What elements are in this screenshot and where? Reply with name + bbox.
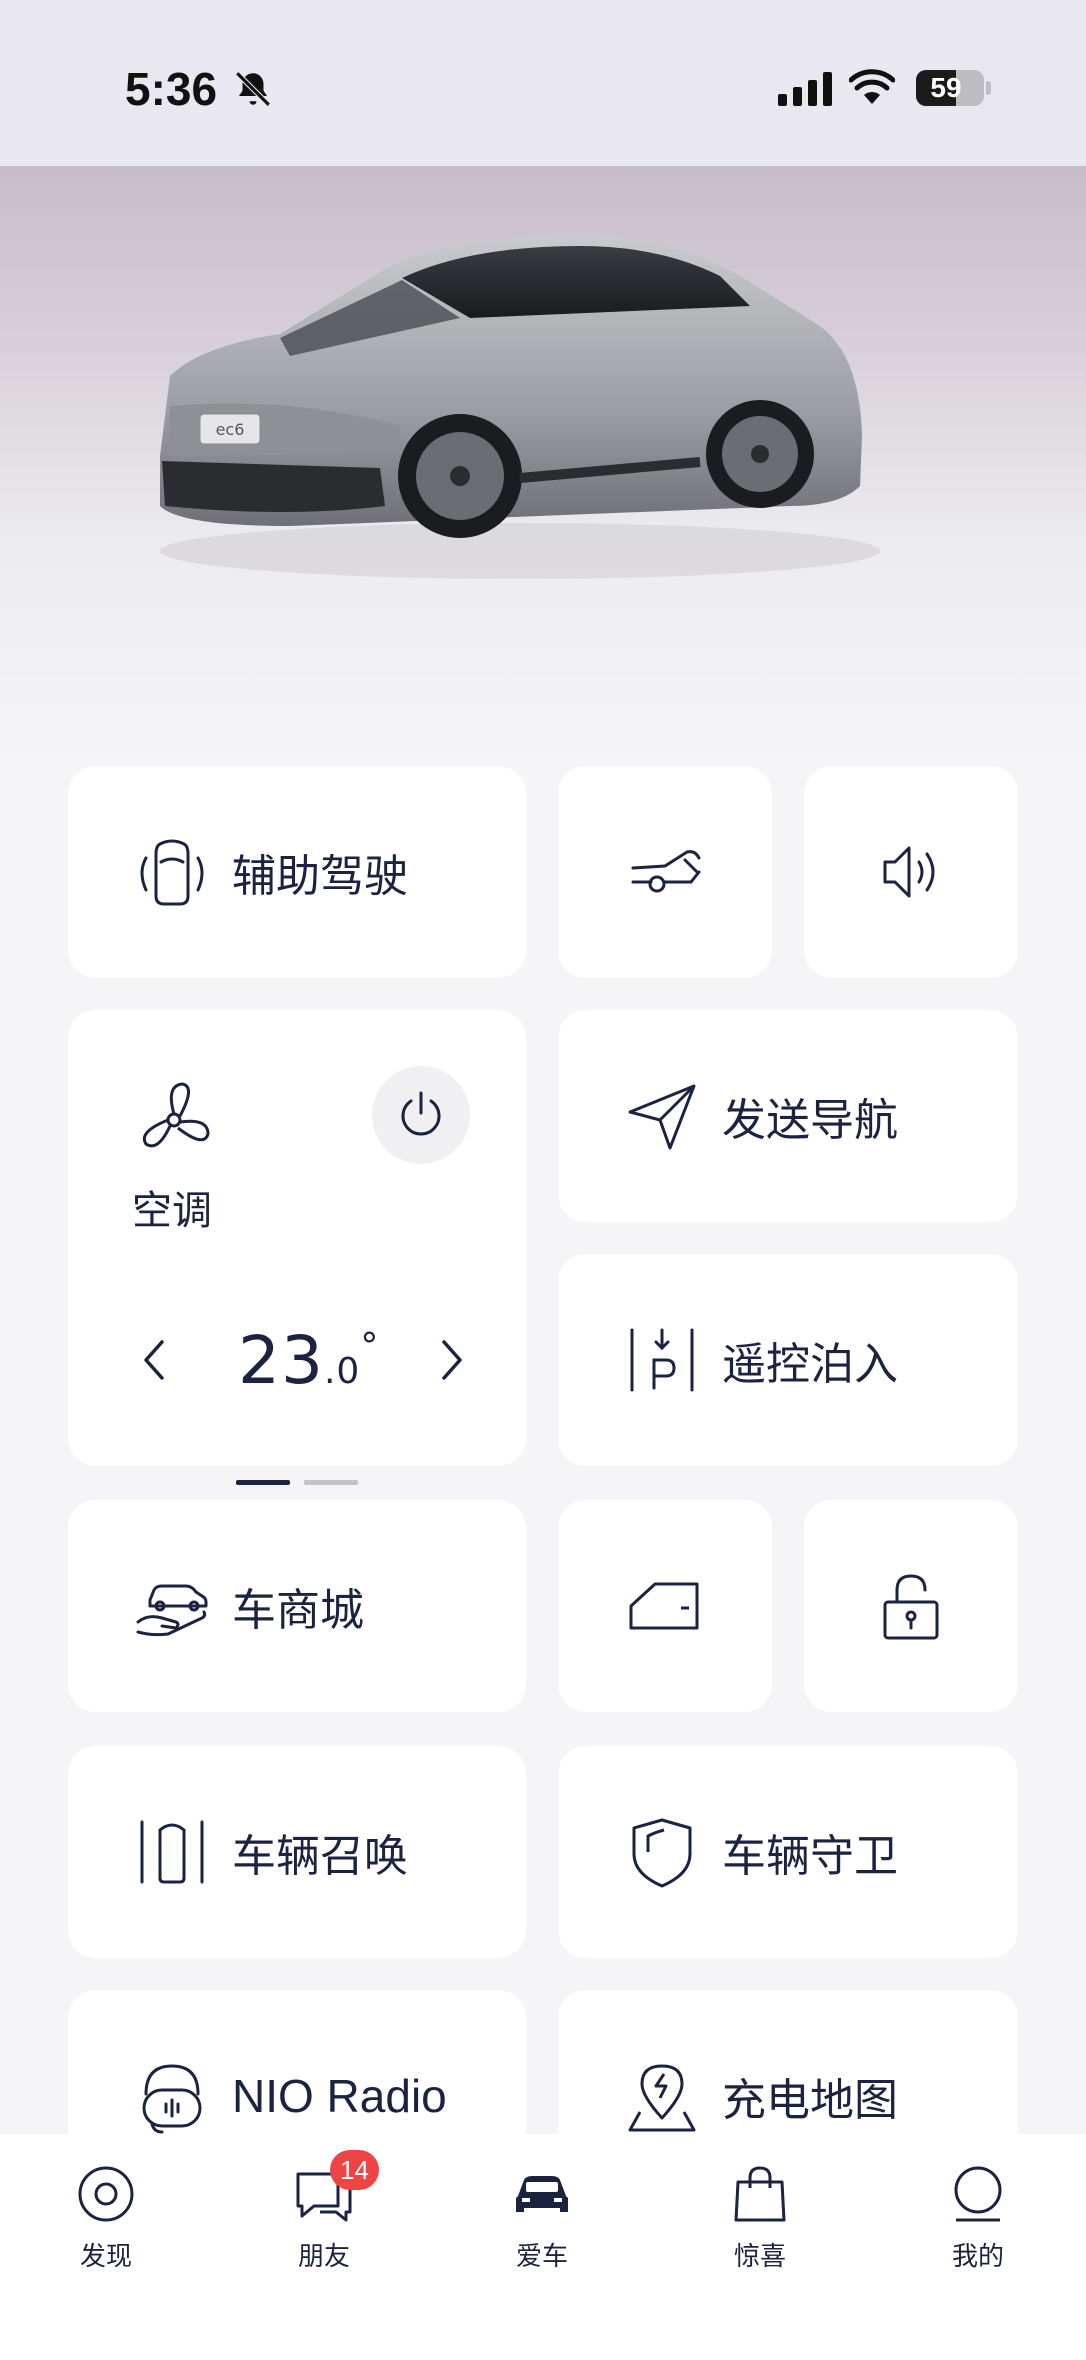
summon-label: 车辆召唤 (232, 1831, 408, 1882)
assist-drive-icon (132, 832, 212, 912)
temp-decrease-button[interactable] (134, 1330, 174, 1390)
remote-park-tile[interactable]: 遥控泊入 (558, 1254, 1018, 1466)
temp-decimal: .0 (323, 1351, 361, 1392)
vehicle-guard-tile[interactable]: 车辆守卫 (558, 1746, 1018, 1958)
shield-icon (622, 1812, 702, 1892)
pager-dot[interactable] (304, 1480, 358, 1485)
nio-radio-label: NIO Radio (232, 2070, 447, 2122)
lock-tile[interactable] (804, 1500, 1018, 1712)
air-conditioning-tile[interactable]: 空调 23.0° (68, 1010, 526, 1466)
shopping-bag-icon (728, 2162, 792, 2226)
assist-drive-label: 辅助驾驶 (232, 851, 408, 902)
cellular-signal-icon (778, 72, 832, 106)
bell-muted-icon (232, 68, 274, 110)
send-arrow-icon (622, 1076, 702, 1156)
car-mall-label: 车商城 (232, 1585, 364, 1636)
door-tile[interactable] (558, 1500, 772, 1712)
car-on-hand-icon (132, 1566, 212, 1646)
battery-icon: 59 (916, 70, 984, 106)
ac-power-button[interactable] (372, 1066, 470, 1164)
car-icon (510, 2162, 574, 2226)
tab-surprise-label: 惊喜 (733, 2242, 786, 2272)
trunk-tile[interactable] (558, 766, 772, 978)
power-icon (401, 1091, 441, 1136)
profile-icon (946, 2162, 1010, 2226)
status-bar: 5:36 59 (0, 0, 1086, 166)
car-mall-tile[interactable]: 车商城 (68, 1500, 526, 1712)
unlocked-padlock-icon (871, 1566, 951, 1646)
battery-cap (986, 81, 991, 95)
tab-my-car-label: 爱车 (515, 2242, 568, 2272)
status-time: 5:36 (125, 63, 218, 115)
temp-unit: ° (360, 1326, 380, 1367)
car-image: ec6 (160, 236, 880, 579)
charging-map-label: 充电地图 (722, 2075, 898, 2126)
tab-discover-label: 发现 (79, 2242, 132, 2272)
car-door-icon (625, 1566, 705, 1646)
assist-drive-tile[interactable]: 辅助驾驶 (68, 766, 526, 978)
tab-friends-label: 朋友 (297, 2242, 350, 2272)
trunk-icon (625, 832, 705, 912)
send-navigation-label: 发送导航 (722, 1095, 898, 1146)
chevron-right-icon (442, 1340, 462, 1380)
svg-text:ec6: ec6 (216, 420, 245, 439)
wifi-icon (848, 68, 896, 108)
car-hero[interactable]: ec6 (0, 166, 1086, 766)
vehicle-guard-label: 车辆守卫 (722, 1831, 898, 1882)
summon-icon (132, 1812, 212, 1892)
tab-bar: 发现 朋友 爱车 惊喜 我的 (0, 2134, 1086, 2360)
speaker-icon (871, 832, 951, 912)
send-navigation-tile[interactable]: 发送导航 (558, 1010, 1018, 1222)
tab-me-label: 我的 (951, 2242, 1004, 2272)
tab-discover[interactable]: 发现 (46, 2162, 166, 2282)
temp-integer: 23 (238, 1322, 324, 1399)
summon-tile[interactable]: 车辆召唤 (68, 1746, 526, 1958)
tab-me[interactable]: 我的 (918, 2162, 1038, 2282)
tab-my-car[interactable]: 爱车 (482, 2162, 602, 2282)
chevron-left-icon (144, 1340, 164, 1380)
tab-surprise[interactable]: 惊喜 (700, 2162, 820, 2282)
charging-map-icon (622, 2056, 702, 2136)
remote-park-label: 遥控泊入 (722, 1339, 898, 1390)
radio-robot-icon (132, 2056, 212, 2136)
ac-label: 空调 (132, 1188, 212, 1234)
remote-park-icon (622, 1320, 702, 1400)
temperature-readout: 23.0° (238, 1322, 379, 1399)
temp-increase-button[interactable] (432, 1330, 472, 1390)
fan-icon (130, 1076, 218, 1164)
friends-notification-badge: 14 (330, 2150, 379, 2190)
horn-tile[interactable] (804, 766, 1018, 978)
pager-dot-active[interactable] (236, 1480, 290, 1485)
battery-level-text: 59 (930, 72, 962, 103)
discover-icon (74, 2162, 138, 2226)
